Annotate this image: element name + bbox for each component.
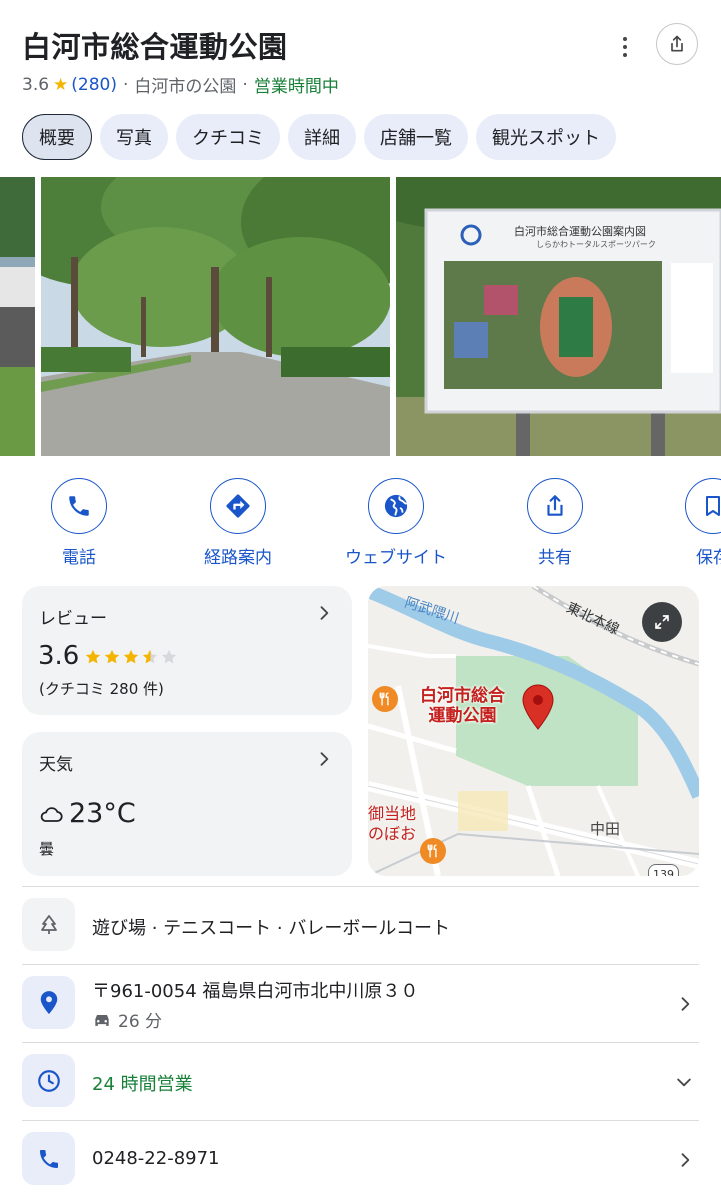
- phone-icon: [69, 496, 89, 516]
- drive-time-text: 26 分: [118, 1012, 163, 1032]
- place-category: 白河市の公園: [134, 77, 237, 97]
- cloud-icon: [40, 806, 63, 822]
- map-place-label: 白河市総合 運動公園: [420, 686, 505, 726]
- tab-reviews[interactable]: クチコミ: [176, 114, 280, 160]
- phone-text: 0248-22-8971: [92, 1148, 220, 1169]
- map-area-label: 中田: [590, 820, 621, 838]
- phone-icon: [39, 1149, 58, 1168]
- star-icon: ★: [53, 74, 69, 95]
- star-empty-icon: [161, 649, 177, 664]
- save-label: 保存: [696, 548, 721, 568]
- drive-time: 26 分: [92, 1007, 162, 1032]
- chevron-right-icon: [320, 606, 329, 620]
- address-text: 〒961-0054 福島県白河市北中川原３０: [92, 981, 419, 1002]
- divider: [22, 964, 699, 965]
- address-row[interactable]: 〒961-0054 福島県白河市北中川原３０ 26 分: [22, 976, 699, 1032]
- globe-icon: [384, 494, 408, 518]
- photo-thumbnail[interactable]: [41, 177, 390, 456]
- phone-icon-box: [22, 1132, 75, 1185]
- amenities-row[interactable]: 遊び場 · テニスコート · バレーボールコート: [22, 898, 699, 954]
- directions-label: 経路案内: [204, 548, 272, 568]
- temperature-row: 23°C: [38, 798, 136, 829]
- chevron-right-icon: [320, 752, 329, 766]
- tab-sights[interactable]: 観光スポット: [476, 114, 616, 160]
- share-action-button[interactable]: 共有: [475, 478, 635, 568]
- tab-details[interactable]: 詳細: [288, 114, 356, 160]
- tab-overview[interactable]: 概要: [22, 114, 92, 160]
- amenities-text: 遊び場 · テニスコート · バレーボールコート: [92, 918, 450, 939]
- open-status: 営業時間中: [253, 77, 339, 97]
- fork-knife-icon: [379, 692, 389, 706]
- chevron-right-icon: [681, 997, 690, 1011]
- call-label: 電話: [62, 548, 96, 568]
- amenities-icon-box: [22, 898, 75, 951]
- car-icon: [95, 1014, 109, 1026]
- separator: ·: [123, 74, 129, 95]
- website-label: ウェブサイト: [345, 548, 447, 568]
- divider: [22, 1042, 699, 1043]
- directions-icon: [226, 494, 250, 518]
- directions-action-button[interactable]: 経路案内: [158, 478, 318, 568]
- weather-card[interactable]: 天気 23°C 曇: [22, 732, 352, 876]
- separator: ·: [242, 74, 248, 95]
- website-action-button[interactable]: ウェブサイト: [316, 478, 476, 568]
- temperature-value: 23°C: [69, 798, 136, 829]
- divider: [22, 886, 699, 887]
- share-button[interactable]: [656, 23, 698, 65]
- hours-row[interactable]: 24 時間営業: [22, 1054, 699, 1110]
- map-pin-icon[interactable]: [521, 684, 555, 730]
- rating-value: 3.6: [22, 74, 50, 95]
- bookmark-icon: [706, 496, 720, 516]
- photo-carousel[interactable]: 白河市総合運動公園案内図 しらかわトータルスポーツパーク: [0, 177, 721, 456]
- star-full-icon: [123, 649, 139, 664]
- share-label: 共有: [538, 548, 572, 568]
- restaurant-marker[interactable]: [420, 838, 446, 864]
- address-icon-box: [22, 976, 75, 1029]
- photo-thumbnail[interactable]: 白河市総合運動公園案内図 しらかわトータルスポーツパーク: [396, 177, 721, 456]
- expand-map-button[interactable]: [642, 602, 682, 642]
- hours-icon-box: [22, 1054, 75, 1107]
- tab-stores[interactable]: 店舗一覧: [364, 114, 468, 160]
- review-count-link[interactable]: (280): [71, 75, 117, 95]
- star-half-icon: [142, 649, 158, 664]
- review-card-title: レビュー: [39, 609, 107, 629]
- place-meta: 3.6 ★ (280) · 白河市の公園 · 営業時間中: [22, 72, 339, 98]
- chevron-right-icon: [681, 1153, 690, 1167]
- review-card[interactable]: レビュー 3.6 (クチコミ 280 件): [22, 586, 352, 715]
- tree-icon: [40, 914, 57, 934]
- call-action-button[interactable]: 電話: [0, 478, 159, 568]
- star-full-icon: [104, 649, 120, 664]
- star-rating: [84, 648, 178, 666]
- weather-card-title: 天気: [39, 755, 73, 775]
- clock-icon: [37, 1069, 60, 1092]
- tab-photos[interactable]: 写真: [100, 114, 168, 160]
- save-action-button[interactable]: 保存: [633, 478, 721, 568]
- divider: [22, 1120, 699, 1121]
- share-icon: [547, 495, 563, 516]
- sign-title: 白河市総合運動公園案内図: [514, 225, 646, 238]
- map-poi-label: 御当地 のぼお: [368, 804, 417, 843]
- restaurant-marker[interactable]: [372, 686, 398, 712]
- photo-thumbnail[interactable]: [0, 177, 35, 456]
- star-full-icon: [85, 649, 101, 664]
- phone-row[interactable]: 0248-22-8971: [22, 1132, 699, 1188]
- location-pin-icon: [40, 990, 57, 1014]
- share-icon: [671, 35, 683, 52]
- route-shield: 139: [648, 864, 679, 876]
- review-rating: 3.6: [38, 641, 80, 671]
- chevron-down-icon: [677, 1078, 691, 1087]
- place-title: 白河市総合運動公園: [22, 30, 288, 64]
- tab-bar: 概要 写真 クチコミ 詳細 店舗一覧 観光スポット: [22, 114, 616, 160]
- map-preview[interactable]: 阿武隈川 東北本線 白河市総合 運動公園 御当地 のぼお 中田 139: [368, 586, 699, 876]
- hours-text: 24 時間営業: [92, 1074, 193, 1095]
- more-options-icon[interactable]: [612, 32, 638, 62]
- sign-subtitle: しらかわトータルスポーツパーク: [536, 240, 656, 249]
- weather-condition: 曇: [39, 840, 55, 858]
- action-bar: 電話 経路案内 ウェブサイト 共有 保存: [0, 478, 721, 570]
- fork-knife-icon: [427, 844, 437, 858]
- expand-icon: [655, 615, 669, 629]
- review-count-text: (クチコミ 280 件): [39, 680, 164, 698]
